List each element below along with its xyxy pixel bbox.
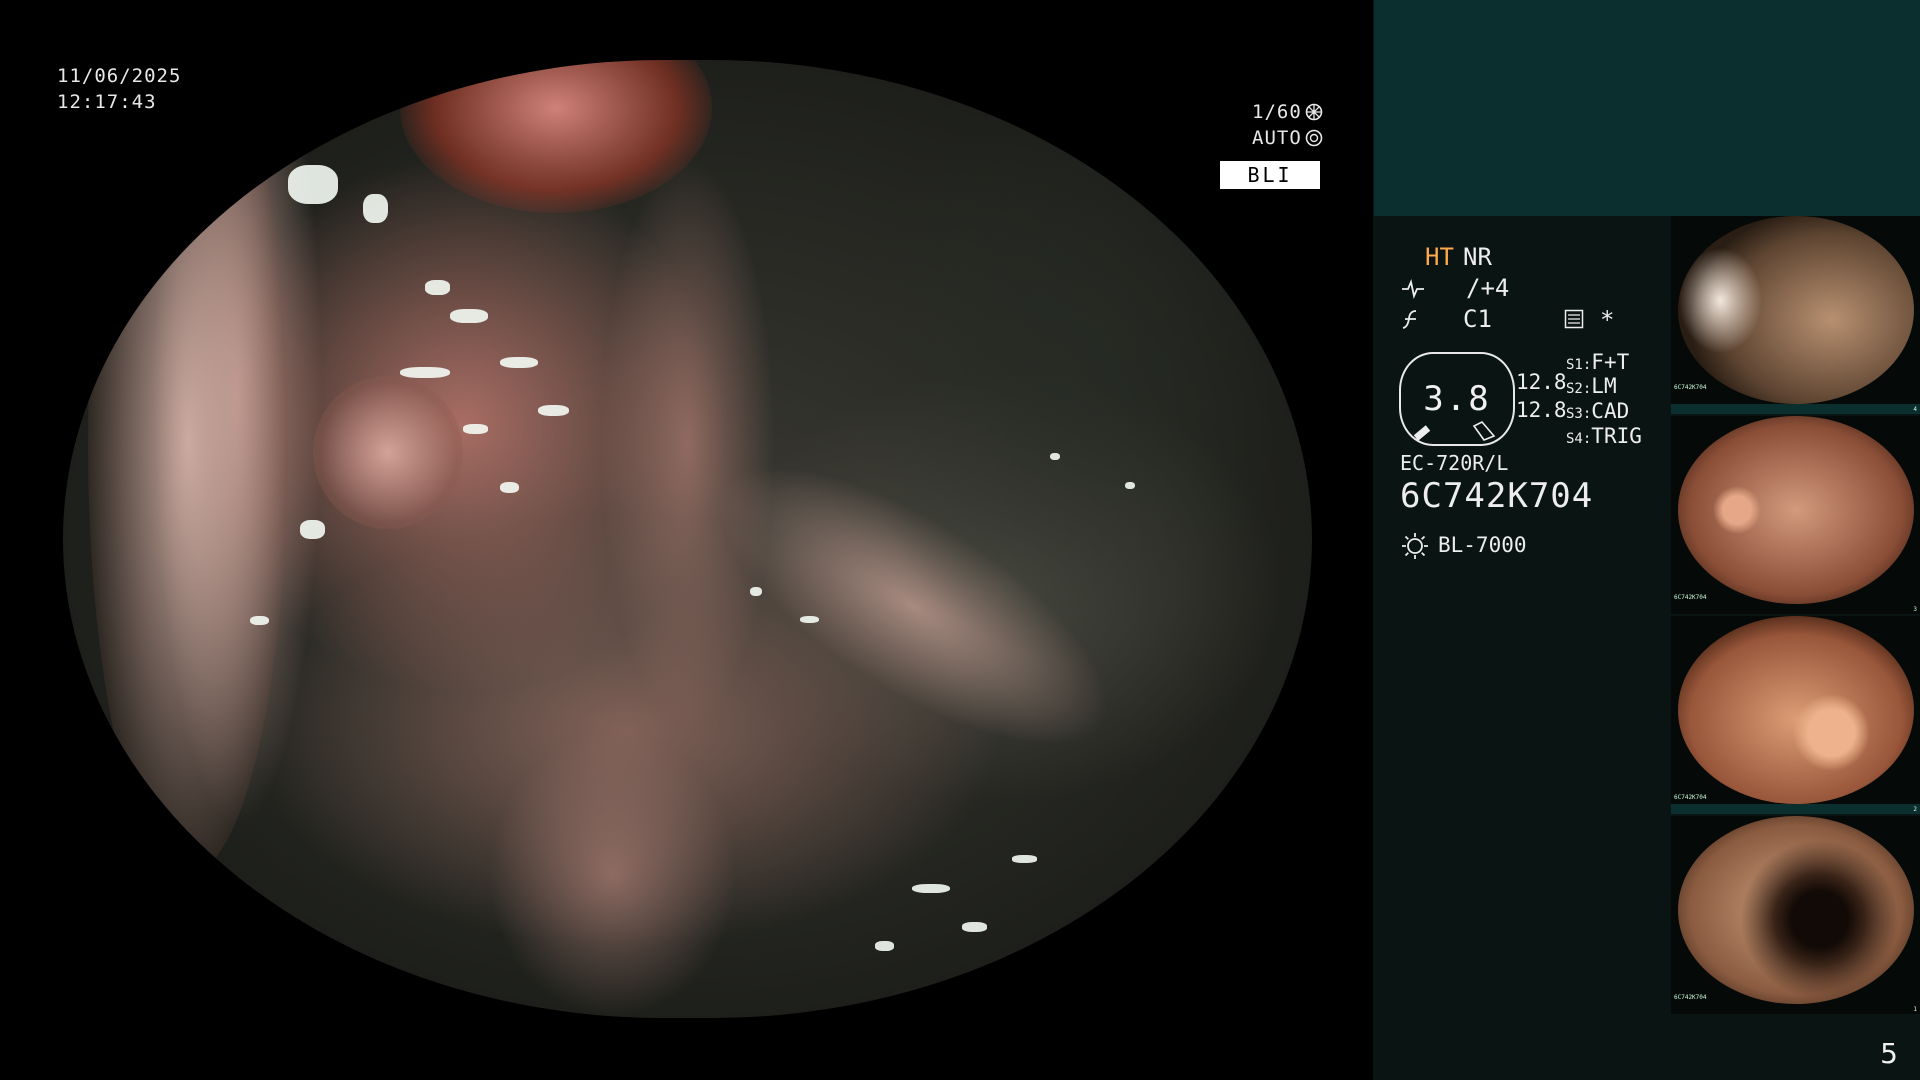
thumbnail-2-serial: 6C742K704 (1674, 594, 1707, 601)
color-mode-icon (1402, 310, 1417, 329)
thumbnail-4-serial: 6C742K704 (1674, 994, 1707, 1001)
value-1: 12.8 (1516, 370, 1567, 394)
exposure-mode-label: AUTO (1252, 127, 1302, 149)
color-mode-value: C1 (1463, 305, 1492, 333)
asterisk-indicator: * (1600, 306, 1615, 334)
thumbnail-3-index: 2 (1913, 806, 1917, 813)
shutter-speed-label: 1/60 (1252, 101, 1302, 123)
scope-model: EC-720R/L (1400, 451, 1509, 475)
exposure-info: 1/60 AUTO (1252, 99, 1323, 151)
edge-enhance-value: /+4 (1466, 274, 1510, 302)
thumbnail-1[interactable]: 6C742K704 4 (1671, 216, 1920, 414)
switch-s4: S4:TRIG (1566, 424, 1642, 448)
switch-s4-value: TRIG (1591, 424, 1642, 448)
ht-label: HT (1425, 243, 1454, 271)
date-label: 11/06/2025 (57, 65, 182, 87)
switch-s2: S2:LM (1566, 374, 1617, 398)
scope-serial: 6C742K704 (1400, 476, 1594, 516)
switch-s1: S1:F+T (1566, 350, 1630, 374)
switch-s2-key: S2 (1566, 381, 1583, 397)
value-2: 12.8 (1516, 398, 1567, 422)
endoscope-image (63, 60, 1312, 1018)
aperture-icon (1305, 103, 1323, 121)
datetime: 11/06/2025 12:17:43 (57, 63, 181, 115)
settings-list-icon (1564, 309, 1584, 329)
page-number: 5 (1880, 1037, 1898, 1070)
switch-s1-key: S1 (1566, 357, 1583, 373)
switch-s3-value: CAD (1591, 399, 1630, 423)
thumbnail-2[interactable]: 6C742K704 3 (1671, 416, 1920, 614)
light-source-icon (1402, 533, 1428, 559)
thumbnail-1-index: 4 (1913, 406, 1917, 413)
switch-s4-key: S4 (1566, 431, 1583, 447)
time-label: 12:17:43 (57, 91, 157, 113)
thumbnail-1-serial: 6C742K704 (1674, 384, 1707, 391)
gauge-value-text: 3.8 (1423, 379, 1491, 419)
thumbnail-4-index: 1 (1913, 1006, 1917, 1013)
thumbnail-2-index: 3 (1913, 606, 1917, 613)
switch-s1-value: F+T (1591, 350, 1630, 374)
nr-label: NR (1463, 243, 1492, 271)
switch-s3: S3:CAD (1566, 399, 1630, 423)
thumbnail-4[interactable]: 6C742K704 1 (1671, 816, 1920, 1014)
light-source-label: BL-7000 (1438, 533, 1527, 557)
thumbnail-3[interactable]: 6C742K704 2 (1671, 616, 1920, 814)
switch-s3-key: S3 (1566, 406, 1583, 422)
imaging-mode-badge: BLI (1220, 161, 1320, 189)
auto-exposure-icon (1305, 129, 1323, 147)
switch-s2-value: LM (1591, 374, 1617, 398)
gauge-indicator-icon (1413, 421, 1496, 441)
thumbnail-3-serial: 6C742K704 (1674, 794, 1707, 801)
info-panel-header (1374, 0, 1920, 216)
edge-enhance-icon (1402, 279, 1424, 299)
